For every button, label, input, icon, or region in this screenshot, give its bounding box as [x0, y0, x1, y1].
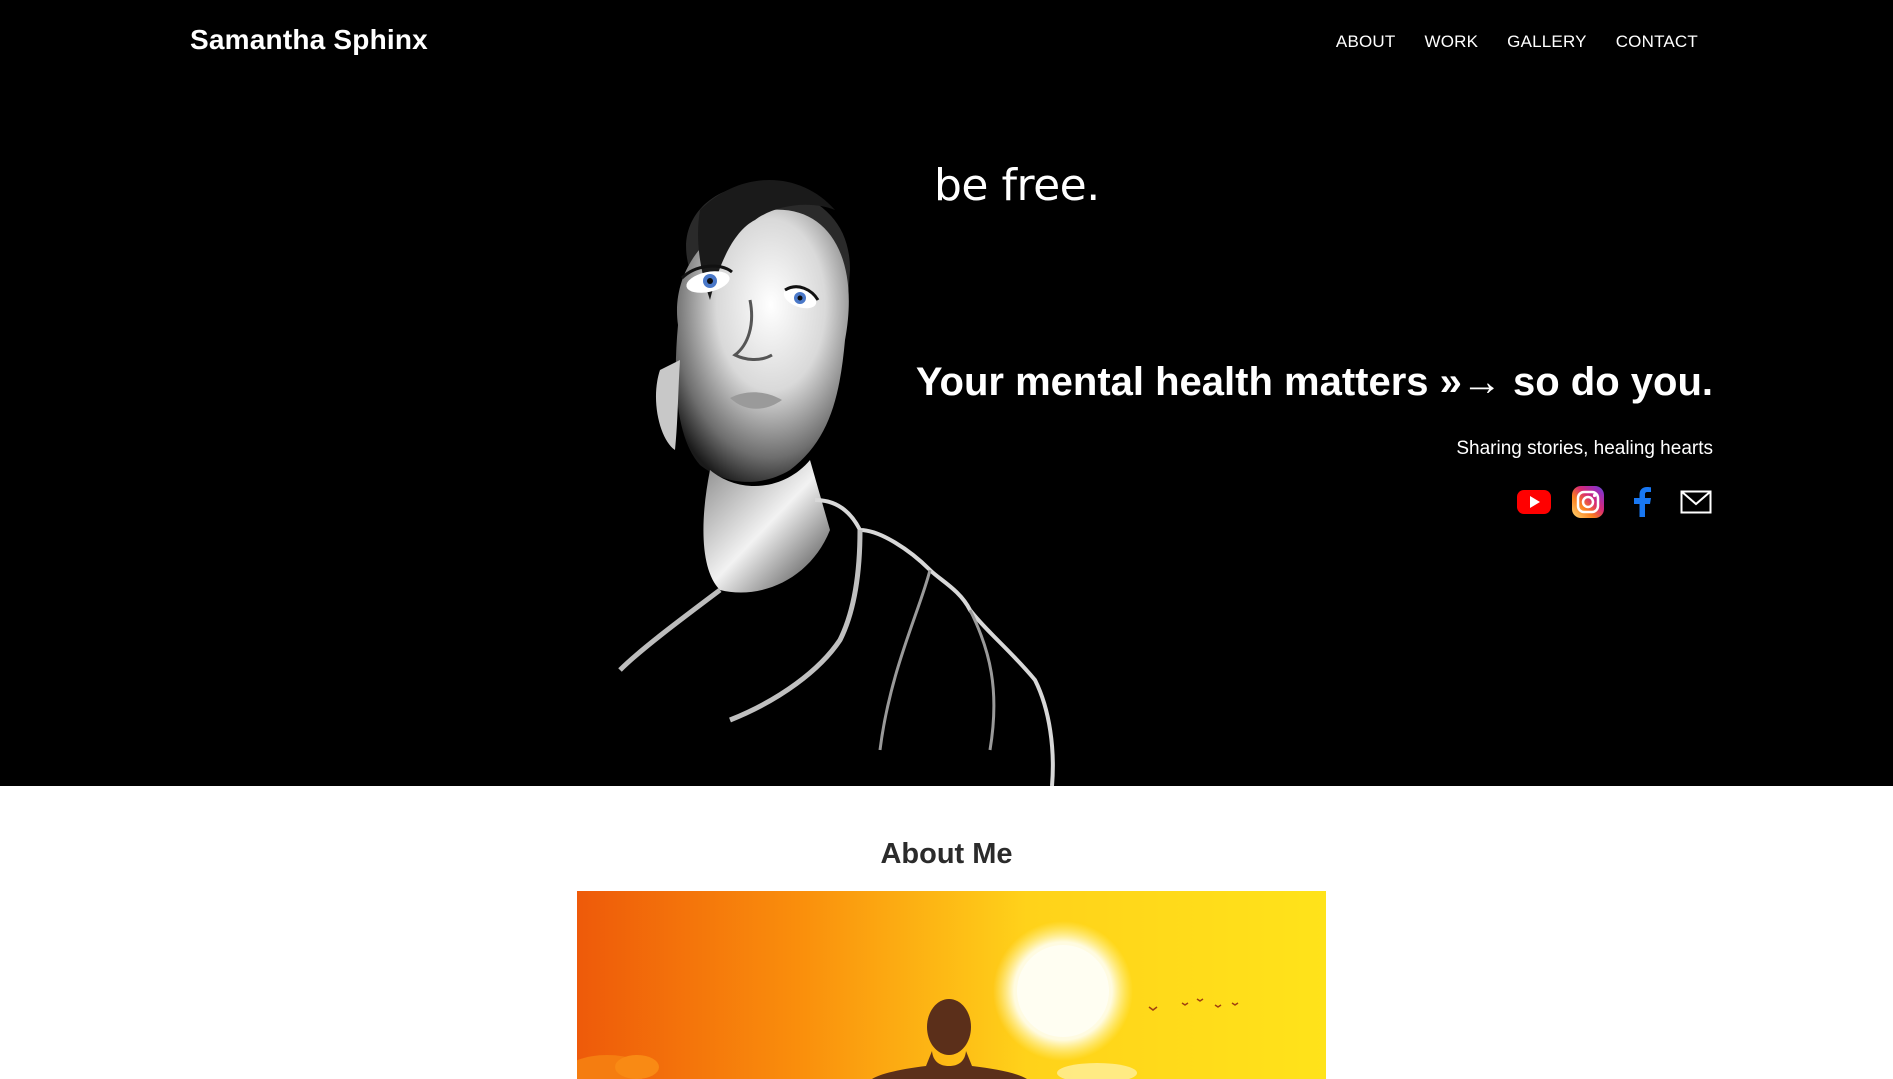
- hero-headline: Your mental health matters »→ so do you.: [915, 360, 1713, 404]
- facebook-icon[interactable]: [1625, 485, 1659, 519]
- about-image: [577, 891, 1326, 1079]
- youtube-icon[interactable]: [1517, 485, 1551, 519]
- social-links: [1517, 485, 1713, 519]
- about-heading: About Me: [880, 838, 1013, 870]
- hero-script-text: be free.: [934, 160, 1100, 211]
- hero-section: Samantha Sphinx ABOUT WORK GALLERY CONTA…: [0, 0, 1893, 786]
- instagram-icon[interactable]: [1571, 485, 1605, 519]
- hero-illustration: [618, 180, 1055, 786]
- nav-gallery[interactable]: GALLERY: [1507, 32, 1587, 52]
- main-nav: ABOUT WORK GALLERY CONTACT: [1336, 32, 1698, 52]
- site-brand[interactable]: Samantha Sphinx: [190, 24, 428, 56]
- nav-about[interactable]: ABOUT: [1336, 32, 1396, 52]
- mail-icon[interactable]: [1679, 485, 1713, 519]
- nav-contact[interactable]: CONTACT: [1616, 32, 1698, 52]
- nav-work[interactable]: WORK: [1424, 32, 1478, 52]
- hero-subline: Sharing stories, healing hearts: [1456, 438, 1713, 459]
